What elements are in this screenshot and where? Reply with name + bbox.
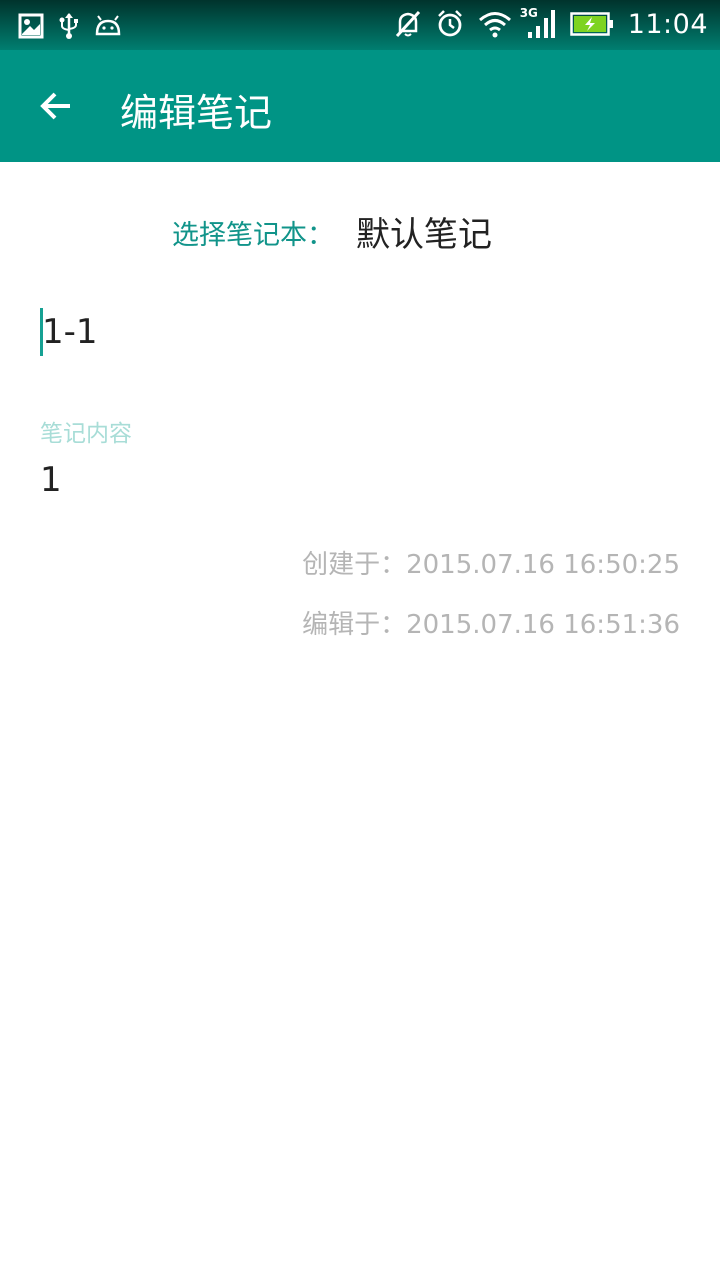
- usb-icon: [58, 12, 80, 40]
- note-content-label: 笔记内容: [40, 421, 132, 447]
- status-right-icons: 3G 11:04: [394, 6, 708, 40]
- status-time: 11:04: [627, 8, 708, 40]
- signal-icon: 3G: [520, 6, 556, 40]
- notebook-spinner[interactable]: 默认笔记: [356, 207, 492, 256]
- page-title: 编辑笔记: [120, 91, 273, 135]
- mute-icon: [394, 9, 422, 39]
- status-left-icons: [18, 12, 122, 40]
- battery-charging-icon: [569, 12, 614, 36]
- network-type: 3G: [519, 6, 538, 20]
- arrow-left-icon: [38, 88, 74, 124]
- note-title-input[interactable]: 1-1: [40, 308, 680, 360]
- note-title-text: 1-1: [42, 312, 98, 352]
- notebook-selector[interactable]: 选择笔记本： 默认笔记: [0, 205, 720, 255]
- edited-timestamp: 编辑于：2015.07.16 16:51:36: [302, 610, 680, 640]
- back-button[interactable]: [26, 76, 86, 136]
- app-bar: 编辑笔记: [0, 50, 720, 162]
- alarm-icon: [436, 9, 464, 39]
- android-icon: [94, 15, 122, 37]
- created-timestamp: 创建于：2015.07.16 16:50:25: [302, 550, 680, 580]
- image-icon: [18, 13, 44, 39]
- status-bar: 3G 11:04: [0, 0, 720, 50]
- wifi-icon: [478, 10, 512, 38]
- note-content-input[interactable]: 1: [40, 460, 62, 500]
- notebook-label: 选择笔记本：: [172, 220, 334, 251]
